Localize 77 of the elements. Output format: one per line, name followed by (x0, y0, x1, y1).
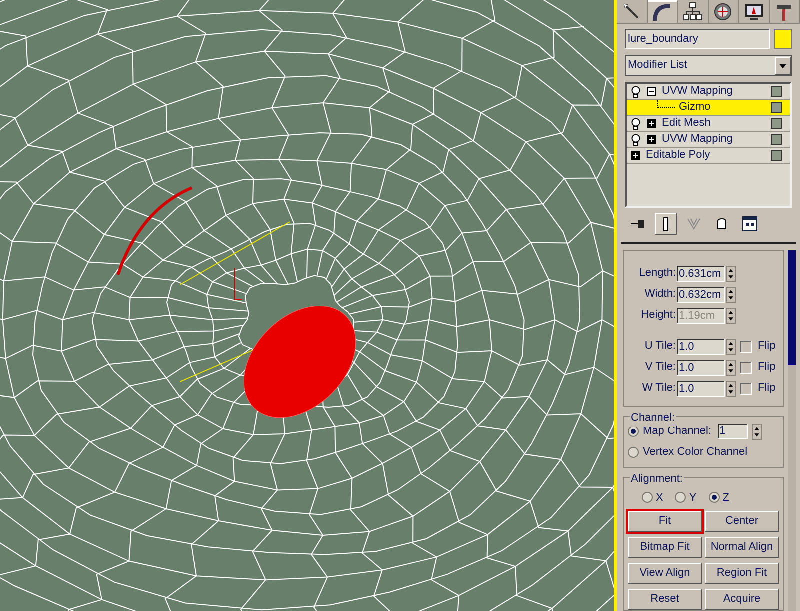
lightbulb-icon[interactable] (631, 134, 641, 146)
channel-input[interactable]: 1 (718, 424, 748, 440)
spinner-arrows[interactable] (726, 266, 736, 282)
alignment-button[interactable]: Acquire (705, 589, 779, 610)
size-input[interactable]: 0.632cm (677, 286, 725, 302)
panel-tab[interactable] (678, 0, 708, 23)
flip-checkbox[interactable] (740, 382, 752, 394)
configure-icon (742, 216, 758, 232)
spinner-arrows[interactable] (726, 286, 736, 302)
stack-item[interactable]: UVW Mapping (627, 132, 790, 148)
axis-label: Y (689, 490, 697, 506)
size-label: Length: (638, 266, 676, 282)
expand-icon[interactable] (647, 119, 656, 128)
hierarchy-icon (682, 2, 703, 22)
expand-icon[interactable] (631, 151, 640, 160)
fork-icon (686, 216, 702, 232)
curve-icon (652, 2, 672, 22)
radio-label: Vertex Color Channel (643, 444, 748, 460)
object-name-field[interactable]: lure_boundary (625, 29, 770, 49)
panel-tab[interactable] (739, 0, 770, 23)
flip-label: Flip (758, 339, 776, 354)
channel-radio[interactable] (628, 446, 639, 458)
size-label: Width: (644, 287, 676, 302)
axis-radio[interactable] (642, 492, 653, 504)
tile-input[interactable]: 1.0 (677, 338, 725, 354)
alignment-button[interactable]: Bitmap Fit (628, 537, 702, 558)
scrollbar[interactable] (788, 250, 796, 611)
flip-label: Flip (758, 360, 776, 376)
spinner-arrows[interactable] (752, 424, 762, 440)
flip-checkbox[interactable] (740, 340, 752, 352)
spinner-arrows[interactable] (726, 380, 736, 396)
lightbulb-icon[interactable] (631, 118, 641, 130)
size-input[interactable]: 0.631cm (677, 266, 725, 282)
panel-tab[interactable] (617, 0, 648, 23)
lightbulb-icon[interactable] (631, 86, 641, 98)
tile-label: U Tile: (644, 339, 676, 354)
axis-label: X (656, 490, 664, 506)
tile-input[interactable]: 1.0 (677, 380, 725, 396)
wheel-icon (713, 2, 734, 22)
flip-checkbox[interactable] (740, 362, 752, 374)
alignment-button[interactable]: View Align (628, 563, 702, 584)
collapse-icon[interactable] (647, 87, 656, 96)
axis-radio[interactable] (675, 492, 686, 504)
alignment-button[interactable]: Reset (628, 589, 702, 610)
channel-radio[interactable] (628, 426, 639, 438)
monitor-icon (744, 2, 764, 22)
size-label: Height: (640, 308, 676, 324)
scrollbar-thumb[interactable] (788, 250, 796, 365)
spinner-arrows[interactable] (726, 308, 736, 324)
tile-label: W Tile: (641, 381, 676, 396)
tile-label: V Tile: (644, 360, 676, 376)
stack-toggle[interactable] (771, 134, 782, 145)
spinner-arrows[interactable] (726, 360, 736, 376)
modifier-list-dropdown[interactable]: Modifier List (625, 55, 792, 76)
expand-icon[interactable] (647, 135, 656, 144)
flip-label: Flip (758, 381, 776, 396)
stack-toggle[interactable] (771, 118, 782, 129)
alignment-button[interactable]: Region Fit (705, 563, 779, 584)
alignment-button[interactable]: Center (705, 511, 779, 532)
stack-toggle[interactable] (771, 86, 782, 97)
radio-label: Map Channel: (643, 424, 712, 440)
tree-connector (657, 100, 675, 108)
stack-subitem[interactable]: Gizmo (627, 100, 790, 116)
axis-radio[interactable] (708, 492, 720, 504)
stack-tool-button[interactable] (655, 213, 677, 235)
stack-toggle[interactable] (771, 150, 782, 161)
alignment-button[interactable]: Fit (628, 511, 702, 532)
object-color-swatch[interactable] (774, 29, 792, 49)
stack-toggle[interactable] (771, 102, 782, 113)
panel-tab[interactable] (708, 0, 739, 23)
tile-input[interactable]: 1.0 (677, 360, 725, 376)
axis-label: Z (722, 490, 730, 506)
alignment-button[interactable]: Normal Align (705, 537, 779, 558)
spinner-arrows[interactable] (726, 338, 736, 354)
stack-item[interactable]: Editable Poly (627, 148, 790, 164)
group-title: Channel: (630, 410, 676, 427)
stack-item[interactable]: Edit Mesh (627, 116, 790, 132)
